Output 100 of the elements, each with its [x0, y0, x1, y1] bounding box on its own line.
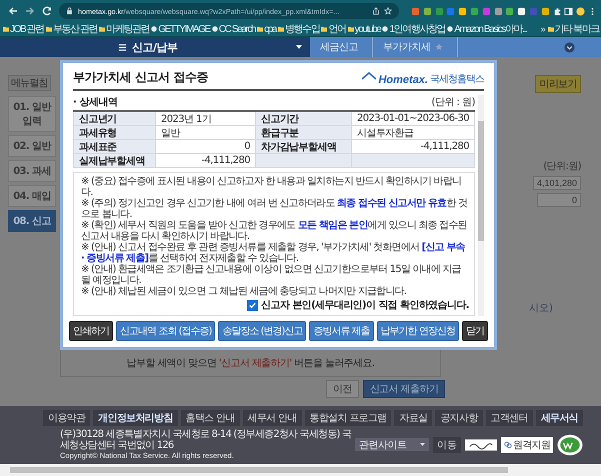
logo-text: Hometax.	[378, 74, 428, 86]
table-cell: 시설투자환급	[352, 126, 475, 140]
step-item[interactable]: 03. 과세	[8, 160, 56, 182]
unit-label: (단위 : 원)	[431, 96, 475, 109]
star-icon[interactable]	[434, 43, 442, 51]
notice-text: ※ (안내) 체납된 세금이 있으면 그 체납된 세금에 충당되고 나머지만 지급합니다.	[81, 286, 408, 297]
folder-icon	[321, 26, 328, 32]
table-header: 차가감납부할세액	[256, 140, 352, 154]
amount-field: 0	[537, 193, 581, 207]
check-icon	[248, 300, 258, 310]
menu-selector[interactable]: 신고/납부	[110, 37, 310, 57]
footer-link[interactable]: 개인정보처리방침	[93, 410, 178, 426]
bookmark[interactable]: cpa	[257, 24, 276, 34]
caret-icon	[296, 45, 302, 49]
go-button[interactable]: 이동	[433, 436, 462, 452]
step-item[interactable]: 04. 매입	[8, 185, 56, 207]
footer-link[interactable]: 통합설치 프로그램	[304, 410, 392, 426]
footer-link[interactable]: 공지사항	[435, 410, 483, 426]
table-cell: 일반	[156, 126, 256, 140]
hint-text: 시오)	[529, 302, 553, 315]
footer-link[interactable]: 이용약관	[43, 410, 90, 426]
breadcrumb[interactable]: 세금신고	[310, 37, 373, 57]
star-icon[interactable]	[384, 7, 392, 15]
share-icon[interactable]	[372, 7, 380, 15]
notice-text: ※ (중요) 접수증에 표시된 내용이 신고하고자 한 내용과 일치하는지 반드시 확인하시기 바랍니다.	[81, 176, 462, 198]
unit-label: (단위:원)	[543, 160, 581, 173]
bookmark[interactable]: 부동산 관련	[46, 22, 98, 36]
folder-icon	[548, 26, 554, 32]
address-text: (우)30128 세종특별자치시 국세청로 8-14 (정부세종2청사 국세청동) 국세청상담센터 국번없이 126	[60, 429, 352, 451]
puzzle-icon[interactable]	[552, 6, 562, 16]
bookmark[interactable]: 마케팅관련	[99, 22, 150, 36]
footer-link[interactable]: 자료실	[394, 410, 432, 426]
globe-icon	[212, 26, 218, 32]
logo-icon[interactable]	[465, 438, 498, 450]
table-header: 환급구분	[256, 126, 352, 140]
footer-link[interactable]: 세무서 안내	[242, 410, 302, 426]
table-cell: 2023년 1기	[156, 112, 256, 126]
notice-text: ※ (안내) 환급세액은 조기환급 신고내용에 이상이 없으면 신고기한으로부터 15일 이내에 지급될 예정입니다.	[81, 264, 462, 286]
folder-icon	[348, 26, 354, 32]
dialog-title: 부가가치세 신고서 접수증	[73, 69, 208, 86]
table-cell: 0	[156, 140, 256, 154]
dialog-button[interactable]: 증빙서류 제출	[309, 321, 374, 341]
notice-text: ※ (확인) 세무서 직원의 도움을 받아 신고한 경우에도 모든 책임은 본인에게 있으니 최종 접수된 신고서 내용을 다시 확인하시기 바랍니다.	[81, 220, 468, 242]
back-button[interactable]: 이전	[326, 380, 359, 398]
bookmark[interactable]: JOB 관련	[3, 22, 44, 36]
lock-icon	[66, 7, 73, 15]
folder-icon	[3, 26, 9, 32]
bookmark[interactable]: 1인여행사창업	[382, 22, 446, 36]
checkbox-label[interactable]: 신고자 본인(세무대리인)이 직접 확인하였습니다.	[261, 298, 469, 312]
sidebar-icon[interactable]	[564, 6, 574, 16]
globe-icon	[447, 26, 454, 32]
dialog-button[interactable]: 인쇄하기	[69, 321, 114, 341]
table-header: 과세유형	[74, 126, 156, 140]
checkbox[interactable]	[247, 300, 258, 310]
dialog-button[interactable]: 송달장소 (변경)신고	[218, 321, 306, 341]
avatar-icon[interactable]	[576, 6, 586, 16]
folder-icon	[257, 26, 264, 32]
preview-button[interactable]: 미리보기	[535, 75, 581, 93]
bookmarks-overflow[interactable]: »	[540, 24, 546, 34]
scrollbar[interactable]	[0, 464, 601, 476]
table-cell: 2023-01-01~2023-06-30	[352, 112, 475, 126]
submit-button[interactable]: 신고서 제출하기	[362, 380, 446, 398]
bookmark[interactable]: 병행수입	[278, 22, 320, 36]
bookmark[interactable]: 언어	[321, 22, 346, 36]
table-header: 과세표준	[74, 140, 156, 154]
bookmark[interactable]: CC Search	[212, 24, 256, 34]
footer-link[interactable]: 세무서식	[536, 410, 583, 426]
dialog-button[interactable]: 납부기한 연장신청	[376, 321, 459, 341]
scrollbar[interactable]	[478, 95, 484, 316]
support-icon	[504, 440, 512, 448]
bookmark[interactable]: 기타 북마크	[548, 22, 599, 36]
amount-field: 4,101,280	[532, 176, 581, 190]
dialog-button[interactable]: 신고내역 조회 (접수증)	[116, 321, 216, 341]
step-item[interactable]: 08. 신고	[8, 210, 56, 232]
globe-icon	[151, 26, 158, 32]
dialog-button[interactable]: 닫기	[462, 321, 488, 341]
submit-hint: 납부할 세액이 맞으면 '신고서 제출하기' 버튼을 눌러주세요.	[126, 357, 374, 370]
globe-icon	[382, 26, 388, 32]
remote-support-button[interactable]: 원격지원	[501, 436, 553, 452]
step-item[interactable]: 01. 일반 입력	[8, 96, 56, 132]
folder-icon	[99, 26, 106, 32]
footer-link[interactable]: 고객센터	[486, 410, 533, 426]
section-title: · 상세내역	[73, 96, 118, 109]
footer-link[interactable]: 홈택스 안내	[180, 410, 240, 426]
step-item[interactable]: 02. 일반	[8, 135, 56, 157]
back-icon[interactable]	[8, 6, 18, 16]
accessibility-mark-icon	[557, 434, 583, 456]
bookmark[interactable]: Amazon Basics아마...	[447, 22, 526, 36]
table-header: 신고기간	[256, 112, 352, 126]
forward-icon[interactable]	[25, 6, 35, 16]
folder-icon	[278, 26, 284, 32]
reload-icon[interactable]	[42, 6, 52, 16]
breadcrumb[interactable]: 부가가치세	[373, 37, 458, 57]
related-sites-select[interactable]: 관련사이트	[355, 438, 430, 451]
bookmark[interactable]: youtube	[348, 24, 380, 34]
bookmark[interactable]: GETTYIMAGE	[151, 24, 210, 34]
expand-icon[interactable]	[564, 42, 575, 52]
logo-subtitle: 국세청홈택스	[430, 73, 484, 86]
folder-icon	[46, 26, 52, 32]
table-cell: -4,111,280	[156, 154, 256, 168]
